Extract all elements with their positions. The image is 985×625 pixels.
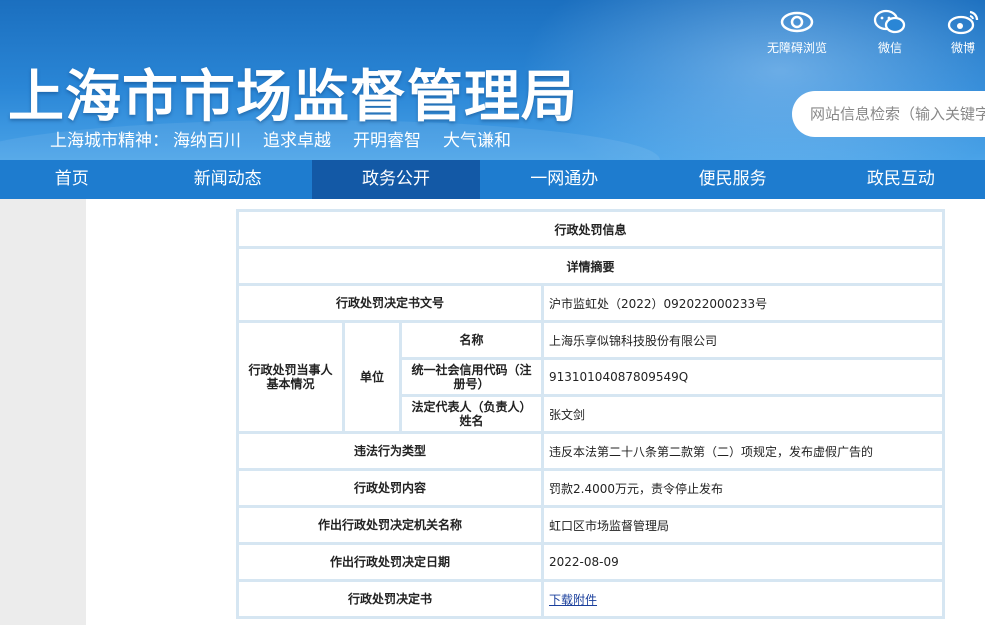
weibo-button[interactable]: 微博 [943, 8, 983, 56]
eye-icon [780, 8, 814, 36]
credit-code-value: 91310104087809549Q [540, 357, 946, 397]
unit-label: 单位 [342, 320, 402, 434]
violation-label: 违法行为类型 [236, 431, 544, 471]
city-spirit-phrase: 追求卓越 [263, 131, 331, 151]
nav-home[interactable]: 首页 [0, 160, 144, 199]
accessibility-label: 无障碍浏览 [766, 41, 827, 55]
accessibility-button[interactable]: 无障碍浏览 [762, 8, 832, 56]
table-row: 行政处罚信息 [235, 209, 946, 249]
city-spirit-phrase: 开明睿智 [353, 131, 421, 151]
table-row: 行政处罚决定书文号 沪市监虹处（2022）092022000233号 [236, 283, 946, 323]
legal-rep-label: 法定代表人（负责人）姓名 [399, 394, 544, 434]
table-row: 违法行为类型 违反本法第二十八条第二款第（二）项规定，发布虚假广告的 [236, 431, 946, 471]
name-value: 上海乐享似锦科技股份有限公司 [540, 320, 946, 360]
decision-date-label: 作出行政处罚决定日期 [236, 542, 544, 582]
wechat-button[interactable]: 微信 [870, 8, 910, 56]
doc-number-value: 沪市监虹处（2022）092022000233号 [540, 283, 946, 323]
nav-government-affairs[interactable]: 政务公开 [311, 160, 481, 199]
doc-number-label: 行政处罚决定书文号 [236, 283, 544, 323]
nav-news[interactable]: 新闻动态 [144, 160, 312, 199]
site-header: 上海市市场监督管理局 上海城市精神： 海纳百川 追求卓越 开明睿智 大气谦和 无障碍浏览… [0, 0, 985, 160]
party-info-label: 行政处罚当事人基本情况 [236, 320, 345, 434]
site-search-input[interactable]: 网站信息检索（输入关键字 [792, 91, 985, 137]
table-row: 行政处罚内容 罚款2.4000万元，责令停止发布 [236, 468, 946, 508]
nav-interaction[interactable]: 政民互动 [817, 160, 985, 199]
table-row: 行政处罚决定书 下载附件 [236, 579, 946, 619]
table-row: 作出行政处罚决定机关名称 虹口区市场监督管理局 [236, 505, 946, 545]
nav-online-services[interactable]: 一网通办 [480, 160, 648, 199]
credit-code-label: 统一社会信用代码（注册号） [399, 357, 544, 397]
table-row: 详情摘要 [235, 246, 946, 286]
summary-heading: 详情摘要 [235, 246, 946, 286]
authority-value: 虹口区市场监督管理局 [540, 505, 946, 545]
legal-rep-value: 张文剑 [540, 394, 946, 434]
penalty-info-table: 行政处罚信息 详情摘要 行政处罚决定书文号 沪市监虹处（2022）0920220… [235, 209, 946, 619]
decision-document-label: 行政处罚决定书 [236, 579, 544, 619]
name-label: 名称 [399, 320, 544, 360]
main-nav: 首页 新闻动态 政务公开 一网通办 便民服务 政民互动 [0, 160, 985, 199]
city-spirit-lead: 上海城市精神： [50, 131, 169, 151]
wechat-label: 微信 [877, 41, 902, 55]
site-title[interactable]: 上海市市场监督管理局 [8, 52, 578, 133]
wechat-icon [873, 8, 907, 36]
city-spirit: 上海城市精神： 海纳百川 追求卓越 开明睿智 大气谦和 [50, 126, 533, 151]
weibo-icon [946, 8, 980, 36]
city-spirit-phrase: 海纳百川 [173, 131, 241, 151]
content-panel: 行政处罚信息 详情摘要 行政处罚决定书文号 沪市监虹处（2022）0920220… [86, 199, 985, 625]
table-row: 行政处罚当事人基本情况 单位 名称 上海乐享似锦科技股份有限公司 [236, 320, 946, 434]
penalty-content-label: 行政处罚内容 [236, 468, 544, 508]
city-spirit-phrase: 大气谦和 [443, 131, 511, 151]
nav-public-services[interactable]: 便民服务 [648, 160, 816, 199]
table-row: 作出行政处罚决定日期 2022-08-09 [236, 542, 946, 582]
violation-value: 违反本法第二十八条第二款第（二）项规定，发布虚假广告的 [540, 431, 946, 471]
decision-document-cell: 下载附件 [540, 579, 946, 619]
download-attachment-link[interactable]: 下载附件 [549, 593, 597, 607]
decision-date-value: 2022-08-09 [540, 542, 946, 582]
table-title: 行政处罚信息 [235, 209, 946, 249]
penalty-content-value: 罚款2.4000万元，责令停止发布 [540, 468, 946, 508]
weibo-label: 微博 [950, 41, 975, 55]
authority-label: 作出行政处罚决定机关名称 [236, 505, 544, 545]
